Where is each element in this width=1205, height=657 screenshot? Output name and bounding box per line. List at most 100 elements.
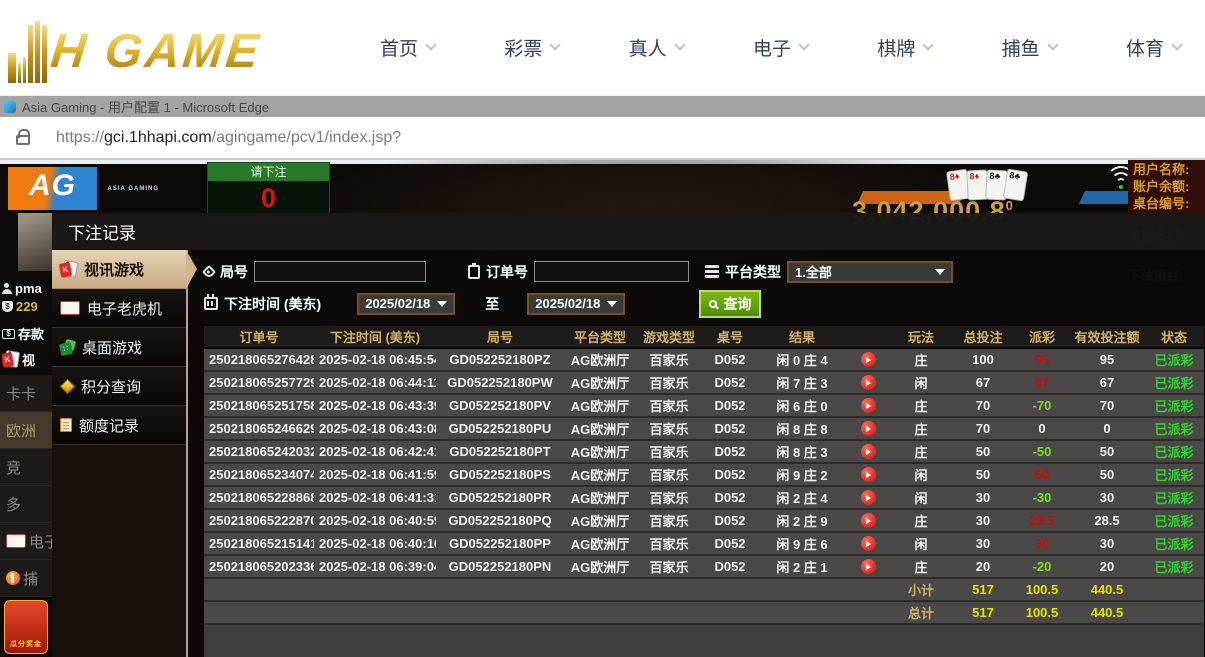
url-bar[interactable]: https://gci.1hhapi.com/agingame/pcv1/ind… (0, 117, 1205, 160)
icon-slot (6, 534, 26, 548)
bg-tab-label: 卡卡 (6, 383, 36, 404)
table_no-cell: D052 (702, 375, 758, 390)
play-button[interactable] (861, 398, 876, 413)
bg-tab-card[interactable]: 卡卡 (0, 375, 52, 412)
bg-tab-fishing[interactable]: 捕 (0, 560, 52, 597)
play-cell (846, 490, 890, 505)
valid-cell: 20 (1070, 559, 1144, 574)
sidebar-item-label: 电子老虎机 (87, 298, 162, 319)
sidebar-item-points-query[interactable]: 积分查询 (52, 367, 186, 406)
table-row: 2502180652288682025-02-18 06:41:31GD0522… (204, 487, 1204, 510)
payout-cell: 95 (1014, 352, 1070, 367)
play-cell (846, 421, 890, 436)
calendar-icon (204, 297, 218, 310)
chevron-down-icon (607, 301, 617, 307)
sidebar-item-slot-machines[interactable]: 电子老虎机 (52, 289, 186, 328)
nav-item-electronic[interactable]: 电子 (753, 34, 808, 61)
play-button[interactable] (861, 536, 876, 551)
game-cell: 百家乐 (636, 419, 702, 438)
payout-cell: 30 (1014, 536, 1070, 551)
nav-item-fishing[interactable]: 捕鱼 (1002, 34, 1057, 61)
play-cell: 庄 (890, 511, 952, 530)
bg-video-row[interactable]: 视 (2, 350, 52, 369)
time-cell: 2025-02-18 06:43:39 (314, 398, 436, 413)
modal-sidebar: 视讯游戏电子老虎机桌面游戏积分查询额度记录 (52, 250, 186, 445)
search-icon (709, 300, 717, 308)
promo-banner[interactable]: 瓜分奖金 (4, 600, 48, 654)
sidebar-filler (52, 445, 186, 657)
play-cell: 庄 (890, 442, 952, 461)
round-cell: GD052252180PN (436, 559, 564, 574)
bg-tab-europe[interactable]: 欧洲 (0, 412, 52, 449)
play-button[interactable] (861, 490, 876, 505)
lock-icon[interactable] (16, 135, 30, 145)
table-row: 2502180652420322025-02-18 06:42:41GD0522… (204, 441, 1204, 464)
table_no-cell: D052 (702, 536, 758, 551)
table_no-cell: D052 (702, 490, 758, 505)
bg-tab-multi[interactable]: 多 (0, 486, 52, 523)
status-cell: 已派彩 (1144, 373, 1204, 392)
play-button[interactable] (861, 352, 876, 367)
play-button[interactable] (861, 375, 876, 390)
sidebar-item-video-games[interactable]: 视讯游戏 (52, 250, 186, 289)
subtotal-row: 小计517100.5440.5 (204, 579, 1204, 602)
bg-tab-race[interactable]: 竞 (0, 449, 52, 486)
time-cell: 2025-02-18 06:40:59 (314, 513, 436, 528)
round-cell: GD052252180PP (436, 536, 564, 551)
bet-cell: 100 (952, 352, 1014, 367)
nav-item-label: 体育 (1126, 34, 1164, 61)
sum-cell: 100.5 (1014, 582, 1070, 597)
time-cell: 2025-02-18 06:42:41 (314, 444, 436, 459)
nav-item-live[interactable]: 真人 (629, 34, 684, 61)
play-cell (846, 352, 890, 367)
table-row: 2502180652466292025-02-18 06:43:08GD0522… (204, 418, 1204, 441)
platform-cell: AG欧洲厅 (564, 557, 636, 576)
sidebar-item-quota-records[interactable]: 额度记录 (52, 406, 186, 445)
play-button[interactable] (861, 559, 876, 574)
date-to-select[interactable]: 2025/02/18 (527, 293, 625, 315)
sidebar-item-label: 视讯游戏 (84, 259, 144, 280)
bg-tab-electronic[interactable]: 电子 (0, 523, 52, 560)
bg-deposit-button[interactable]: $ 存款 (2, 324, 52, 343)
bet-time-label: 下注时间 (美东) (224, 294, 321, 314)
bet-cell: 67 (952, 375, 1014, 390)
platform-select[interactable]: 1.全部 (787, 261, 953, 283)
play-button[interactable] (861, 444, 876, 459)
result-cell: 闲 7 庄 3 (758, 373, 846, 392)
game-cell: 百家乐 (636, 373, 702, 392)
order-cell: 250218065257729 (204, 375, 314, 390)
date-from-select[interactable]: 2025/02/18 (357, 293, 455, 315)
nav-item-sports[interactable]: 体育 (1126, 34, 1181, 61)
play-button[interactable] (861, 513, 876, 528)
order-input[interactable] (534, 261, 689, 282)
play-cell (846, 559, 890, 574)
logo-bars-icon (8, 21, 47, 83)
nav-item-lottery[interactable]: 彩票 (504, 34, 559, 61)
nav-item-chess[interactable]: 棋牌 (877, 34, 932, 61)
table_no-cell: D052 (702, 421, 758, 436)
time-cell: 2025-02-18 06:43:08 (314, 421, 436, 436)
site-logo[interactable]: H GAME (8, 13, 320, 83)
bet-count: 0 (208, 181, 329, 215)
sidebar-item-table-games[interactable]: 桌面游戏 (52, 328, 186, 367)
nav-item-home[interactable]: 首页 (380, 34, 435, 61)
page-url[interactable]: https://gci.1hhapi.com/agingame/pcv1/ind… (56, 129, 401, 147)
bet-cell: 70 (952, 421, 1014, 436)
sum-cell: 517 (952, 582, 1014, 597)
play-button[interactable] (861, 467, 876, 482)
ag-logo: AGASIA GAMING (8, 167, 97, 210)
play-button[interactable] (861, 421, 876, 436)
game-cell: 百家乐 (636, 465, 702, 484)
round-input[interactable] (254, 261, 426, 282)
sum-cell: 100.5 (1014, 605, 1070, 620)
column-header: 平台类型 (564, 327, 636, 346)
round-cell: GD052252180PZ (436, 352, 564, 367)
column-header: 总投注 (952, 327, 1014, 346)
chevron-down-icon (935, 269, 945, 275)
result-cell: 闲 2 庄 1 (758, 557, 846, 576)
bet-cell: 50 (952, 444, 1014, 459)
column-header: 玩法 (890, 327, 952, 346)
search-button[interactable]: 查询 (699, 290, 761, 318)
nav-item-label: 捕鱼 (1002, 34, 1040, 61)
status-cell: 已派彩 (1144, 534, 1204, 553)
